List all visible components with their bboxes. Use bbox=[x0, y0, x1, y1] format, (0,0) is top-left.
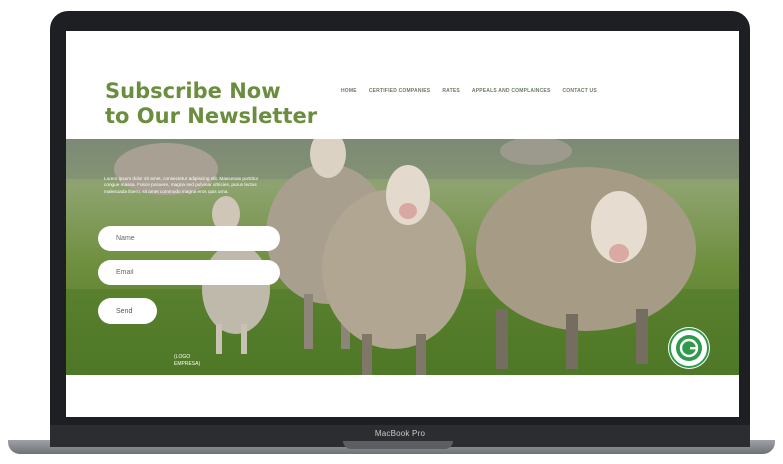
page-title: Subscribe Now to Our Newsletter bbox=[105, 79, 317, 129]
hero-section: Lorem ipsum dolor sit amet, consectetur … bbox=[66, 139, 739, 375]
nav-contact[interactable]: CONTACT US bbox=[562, 88, 596, 94]
title-line-1: Subscribe Now bbox=[105, 79, 281, 103]
logo-placeholder: (LOGO EMPRESA) bbox=[174, 354, 201, 367]
intro-text: Lorem ipsum dolor sit amet, consectetur … bbox=[104, 176, 259, 194]
title-line-2: to Our Newsletter bbox=[105, 104, 318, 128]
screen: Subscribe Now to Our Newsletter HOME CER… bbox=[66, 31, 739, 417]
name-field[interactable] bbox=[98, 226, 280, 251]
device-label: MacBook Pro bbox=[374, 429, 426, 438]
nav-home[interactable]: HOME bbox=[341, 88, 357, 94]
sheep-photo bbox=[66, 139, 739, 375]
nav-rates[interactable]: RATES bbox=[442, 88, 460, 94]
nav-appeals[interactable]: APPEALS AND COMPLAINCES bbox=[472, 88, 551, 94]
email-field[interactable] bbox=[98, 260, 280, 285]
main-nav: HOME CERTIFIED COMPANIES RATES APPEALS A… bbox=[341, 88, 597, 94]
send-button[interactable]: Send bbox=[98, 298, 157, 324]
nav-certified-companies[interactable]: CERTIFIED COMPANIES bbox=[369, 88, 431, 94]
certification-seal-icon bbox=[668, 327, 710, 369]
laptop-notch bbox=[343, 441, 453, 449]
